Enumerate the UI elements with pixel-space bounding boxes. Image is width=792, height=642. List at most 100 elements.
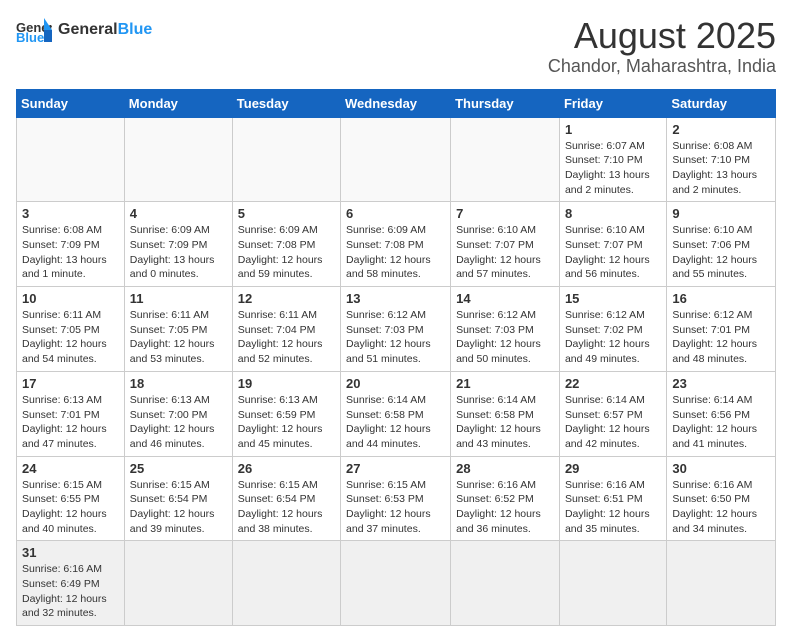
day-number: 28 xyxy=(456,461,554,476)
calendar-cell: 2Sunrise: 6:08 AM Sunset: 7:10 PM Daylig… xyxy=(667,117,776,202)
day-info: Sunrise: 6:11 AM Sunset: 7:05 PM Dayligh… xyxy=(22,308,119,367)
calendar-cell: 27 Sunrise: 6:15 AM Sunset: 6:53 PM Dayli… xyxy=(341,456,451,541)
day-number: 27 xyxy=(346,461,445,476)
calendar-table: SundayMondayTuesdayWednesdayThursdayFrid… xyxy=(16,89,776,627)
calendar-cell: 24Sunrise: 6:15 AM Sunset: 6:55 PM Dayli… xyxy=(17,456,125,541)
day-info: Sunrise: 6:16 AM Sunset: 6:52 PM Dayligh… xyxy=(456,478,554,537)
calendar-cell xyxy=(341,541,451,626)
day-info: Sunrise: 6:14 AM Sunset: 6:58 PM Dayligh… xyxy=(456,393,554,452)
calendar-cell: 11Sunrise: 6:11 AM Sunset: 7:05 PM Dayli… xyxy=(124,287,232,372)
svg-text:Blue: Blue xyxy=(16,30,44,44)
calendar-cell: 13Sunrise: 6:12 AM Sunset: 7:03 PM Dayli… xyxy=(341,287,451,372)
calendar-title: August 2025 xyxy=(548,16,776,56)
day-info: Sunrise: 6:13 AM Sunset: 6:59 PM Dayligh… xyxy=(238,393,335,452)
day-info: Sunrise: 6:15 AM Sunset: 6:55 PM Dayligh… xyxy=(22,478,119,537)
logo: General Blue GeneralBlue xyxy=(16,16,152,44)
day-info: Sunrise: 6:13 AM Sunset: 7:00 PM Dayligh… xyxy=(130,393,227,452)
calendar-cell: 6 Sunrise: 6:09 AM Sunset: 7:08 PM Daylig… xyxy=(341,202,451,287)
calendar-cell xyxy=(559,541,666,626)
day-info: Sunrise: 6:08 AM Sunset: 7:09 PM Dayligh… xyxy=(22,223,119,282)
day-info: Sunrise: 6:16 AM Sunset: 6:49 PM Dayligh… xyxy=(22,562,119,621)
day-number: 31 xyxy=(22,545,119,560)
calendar-cell: 20 Sunrise: 6:14 AM Sunset: 6:58 PM Dayli… xyxy=(341,371,451,456)
day-info: Sunrise: 6:15 AM Sunset: 6:53 PM Dayligh… xyxy=(346,478,445,537)
calendar-week-row: 24Sunrise: 6:15 AM Sunset: 6:55 PM Dayli… xyxy=(17,456,776,541)
calendar-cell xyxy=(17,117,125,202)
calendar-cell: 25 Sunrise: 6:15 AM Sunset: 6:54 PM Dayli… xyxy=(124,456,232,541)
calendar-cell: 10 Sunrise: 6:11 AM Sunset: 7:05 PM Dayli… xyxy=(17,287,125,372)
calendar-week-row: 3 Sunrise: 6:08 AM Sunset: 7:09 PM Daylig… xyxy=(17,202,776,287)
weekday-header-cell: Thursday xyxy=(451,89,560,117)
day-info: Sunrise: 6:07 AM Sunset: 7:10 PM Dayligh… xyxy=(565,139,661,198)
day-number: 1 xyxy=(565,122,661,137)
logo-text: GeneralBlue xyxy=(58,21,152,39)
logo-icon: General Blue xyxy=(16,16,52,44)
weekday-header-cell: Friday xyxy=(559,89,666,117)
day-number: 17 xyxy=(22,376,119,391)
day-info: Sunrise: 6:09 AM Sunset: 7:09 PM Dayligh… xyxy=(130,223,227,282)
calendar-cell: 16 Sunrise: 6:12 AM Sunset: 7:01 PM Dayli… xyxy=(667,287,776,372)
day-number: 25 xyxy=(130,461,227,476)
day-info: Sunrise: 6:10 AM Sunset: 7:07 PM Dayligh… xyxy=(565,223,661,282)
calendar-cell xyxy=(667,541,776,626)
calendar-week-row: 10 Sunrise: 6:11 AM Sunset: 7:05 PM Dayli… xyxy=(17,287,776,372)
weekday-header-cell: Sunday xyxy=(17,89,125,117)
calendar-cell: 22Sunrise: 6:14 AM Sunset: 6:57 PM Dayli… xyxy=(559,371,666,456)
day-info: Sunrise: 6:11 AM Sunset: 7:04 PM Dayligh… xyxy=(238,308,335,367)
day-number: 3 xyxy=(22,206,119,221)
weekday-header-cell: Tuesday xyxy=(232,89,340,117)
calendar-cell: 29 Sunrise: 6:16 AM Sunset: 6:51 PM Dayli… xyxy=(559,456,666,541)
day-info: Sunrise: 6:13 AM Sunset: 7:01 PM Dayligh… xyxy=(22,393,119,452)
day-info: Sunrise: 6:14 AM Sunset: 6:58 PM Dayligh… xyxy=(346,393,445,452)
day-number: 12 xyxy=(238,291,335,306)
day-info: Sunrise: 6:16 AM Sunset: 6:50 PM Dayligh… xyxy=(672,478,770,537)
calendar-cell: 30 Sunrise: 6:16 AM Sunset: 6:50 PM Dayli… xyxy=(667,456,776,541)
page-header: General Blue GeneralBlue August 2025 Cha… xyxy=(16,16,776,77)
day-info: Sunrise: 6:12 AM Sunset: 7:01 PM Dayligh… xyxy=(672,308,770,367)
calendar-cell: 12 Sunrise: 6:11 AM Sunset: 7:04 PM Dayli… xyxy=(232,287,340,372)
weekday-header-cell: Wednesday xyxy=(341,89,451,117)
calendar-cell: 4 Sunrise: 6:09 AM Sunset: 7:09 PM Daylig… xyxy=(124,202,232,287)
calendar-cell: 7Sunrise: 6:10 AM Sunset: 7:07 PM Daylig… xyxy=(451,202,560,287)
day-info: Sunrise: 6:09 AM Sunset: 7:08 PM Dayligh… xyxy=(238,223,335,282)
calendar-subtitle: Chandor, Maharashtra, India xyxy=(548,56,776,77)
weekday-header-cell: Monday xyxy=(124,89,232,117)
day-info: Sunrise: 6:12 AM Sunset: 7:03 PM Dayligh… xyxy=(346,308,445,367)
calendar-cell xyxy=(124,117,232,202)
day-number: 20 xyxy=(346,376,445,391)
day-number: 29 xyxy=(565,461,661,476)
calendar-cell: 19 Sunrise: 6:13 AM Sunset: 6:59 PM Dayli… xyxy=(232,371,340,456)
day-number: 6 xyxy=(346,206,445,221)
day-number: 8 xyxy=(565,206,661,221)
calendar-cell: 3 Sunrise: 6:08 AM Sunset: 7:09 PM Daylig… xyxy=(17,202,125,287)
day-number: 30 xyxy=(672,461,770,476)
day-info: Sunrise: 6:15 AM Sunset: 6:54 PM Dayligh… xyxy=(130,478,227,537)
calendar-cell: 15Sunrise: 6:12 AM Sunset: 7:02 PM Dayli… xyxy=(559,287,666,372)
day-number: 16 xyxy=(672,291,770,306)
calendar-cell: 5Sunrise: 6:09 AM Sunset: 7:08 PM Daylig… xyxy=(232,202,340,287)
day-number: 10 xyxy=(22,291,119,306)
day-number: 4 xyxy=(130,206,227,221)
day-info: Sunrise: 6:14 AM Sunset: 6:56 PM Dayligh… xyxy=(672,393,770,452)
day-number: 21 xyxy=(456,376,554,391)
calendar-cell: 26Sunrise: 6:15 AM Sunset: 6:54 PM Dayli… xyxy=(232,456,340,541)
day-info: Sunrise: 6:09 AM Sunset: 7:08 PM Dayligh… xyxy=(346,223,445,282)
calendar-cell xyxy=(451,541,560,626)
day-number: 7 xyxy=(456,206,554,221)
day-info: Sunrise: 6:16 AM Sunset: 6:51 PM Dayligh… xyxy=(565,478,661,537)
day-number: 22 xyxy=(565,376,661,391)
day-number: 26 xyxy=(238,461,335,476)
day-number: 9 xyxy=(672,206,770,221)
calendar-cell: 1 Sunrise: 6:07 AM Sunset: 7:10 PM Daylig… xyxy=(559,117,666,202)
day-info: Sunrise: 6:12 AM Sunset: 7:03 PM Dayligh… xyxy=(456,308,554,367)
calendar-week-row: 31 Sunrise: 6:16 AM Sunset: 6:49 PM Dayli… xyxy=(17,541,776,626)
calendar-cell xyxy=(232,541,340,626)
calendar-body: 1 Sunrise: 6:07 AM Sunset: 7:10 PM Daylig… xyxy=(17,117,776,626)
day-number: 19 xyxy=(238,376,335,391)
calendar-cell xyxy=(341,117,451,202)
calendar-cell: 9Sunrise: 6:10 AM Sunset: 7:06 PM Daylig… xyxy=(667,202,776,287)
weekday-header-cell: Saturday xyxy=(667,89,776,117)
calendar-cell: 8 Sunrise: 6:10 AM Sunset: 7:07 PM Daylig… xyxy=(559,202,666,287)
calendar-cell: 23Sunrise: 6:14 AM Sunset: 6:56 PM Dayli… xyxy=(667,371,776,456)
calendar-cell xyxy=(232,117,340,202)
